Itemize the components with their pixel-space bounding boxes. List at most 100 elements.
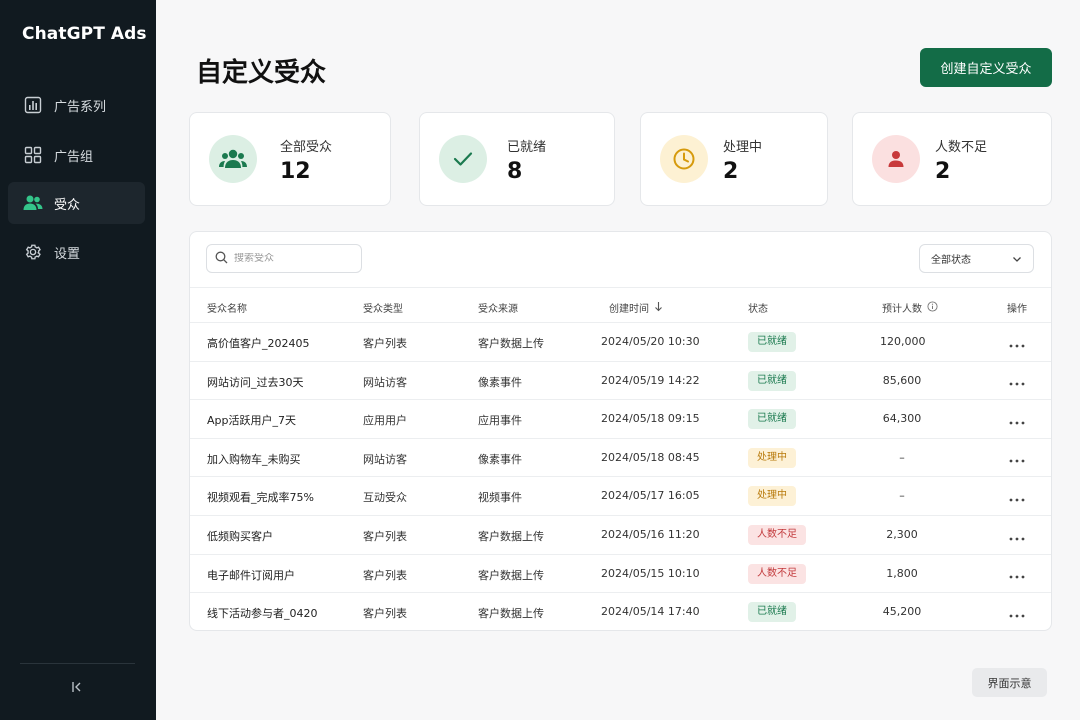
more-actions-button[interactable] bbox=[1006, 526, 1028, 544]
stat-label: 全部受众 bbox=[280, 140, 333, 155]
brand-logo: ChatGPT Ads bbox=[22, 24, 147, 44]
status-badge: 已就绪 bbox=[748, 332, 796, 352]
sidebar-item-audiences[interactable]: 受众 bbox=[8, 182, 145, 224]
sidebar-item-label: 受众 bbox=[54, 197, 81, 213]
sidebar-item-settings[interactable]: 设置 bbox=[8, 231, 145, 273]
status-badge: 人数不足 bbox=[748, 525, 806, 545]
status-badge: 已就绪 bbox=[748, 602, 796, 623]
audience-source: 客户数据上传 bbox=[478, 337, 544, 350]
more-horizontal-icon bbox=[1009, 487, 1025, 506]
stat-card-insufficient: 人数不足 2 bbox=[852, 112, 1052, 206]
audience-name[interactable]: 加入购物车_未购买 bbox=[207, 451, 301, 467]
audience-name[interactable]: App活跃用户_7天 bbox=[207, 412, 296, 428]
column-header-actions: 操作 bbox=[1007, 304, 1027, 315]
audience-type: 互动受众 bbox=[363, 491, 407, 505]
column-header-type[interactable]: 受众类型 bbox=[363, 300, 403, 315]
gear-icon bbox=[23, 242, 43, 262]
audience-name[interactable]: 低频购买客户 bbox=[207, 528, 273, 544]
estimated-size: 120,000 bbox=[880, 335, 926, 348]
estimated-size: 1,800 bbox=[886, 566, 918, 580]
stat-value: 8 bbox=[507, 159, 523, 184]
more-actions-button[interactable] bbox=[1006, 410, 1028, 428]
stat-card-ready: 已就绪 8 bbox=[419, 112, 615, 206]
audience-name[interactable]: 电子邮件订阅用户 bbox=[207, 567, 295, 583]
column-header-status[interactable]: 状态 bbox=[748, 300, 768, 315]
more-actions-button[interactable] bbox=[1006, 333, 1028, 351]
column-header-name[interactable]: 受众名称 bbox=[207, 300, 247, 315]
audience-type: 网站访客 bbox=[363, 452, 407, 466]
audience-source: 像素事件 bbox=[478, 375, 522, 389]
stat-card-processing: 处理中 2 bbox=[640, 112, 828, 206]
search-input[interactable] bbox=[234, 253, 354, 264]
created-time: 2024/05/19 14:22 bbox=[601, 373, 700, 387]
more-horizontal-icon bbox=[1009, 526, 1025, 545]
status-filter-value: 全部状态 bbox=[931, 255, 971, 266]
more-horizontal-icon bbox=[1009, 410, 1025, 429]
audience-name[interactable]: 线下活动参与者_0420 bbox=[207, 605, 318, 621]
column-header-source[interactable]: 受众来源 bbox=[478, 300, 518, 315]
table-row[interactable]: 高价值客户_202405 客户列表 客户数据上传 2024/05/20 10:30 已就… bbox=[190, 323, 1051, 362]
more-horizontal-icon bbox=[1009, 564, 1025, 583]
more-actions-button[interactable] bbox=[1006, 449, 1028, 467]
audience-source: 客户数据上传 bbox=[478, 568, 544, 582]
sidebar-item-label: 设置 bbox=[54, 246, 81, 262]
demo-label-button[interactable]: 界面示意 bbox=[972, 668, 1047, 697]
collapse-sidebar-button[interactable] bbox=[64, 677, 90, 699]
created-time: 2024/05/18 09:15 bbox=[601, 412, 700, 426]
audience-source: 应用事件 bbox=[478, 414, 522, 428]
audience-name[interactable]: 视频观看_完成率75% bbox=[207, 489, 314, 505]
table-row[interactable]: 视频观看_完成率75% 互动受众 视频事件 2024/05/17 16:05 处理中 – bbox=[190, 477, 1051, 516]
sidebar-divider bbox=[20, 663, 135, 664]
estimated-size: 85,600 bbox=[882, 373, 922, 387]
create-audience-button[interactable]: 创建自定义受众 bbox=[920, 48, 1052, 87]
audience-name[interactable]: 网站访问_过去30天 bbox=[207, 374, 304, 390]
column-header-label: 预计人数 bbox=[882, 304, 922, 315]
table-row[interactable]: 电子邮件订阅用户 客户列表 客户数据上传 2024/05/15 10:10 人数不足 1,… bbox=[190, 555, 1051, 594]
grid-icon bbox=[23, 145, 43, 165]
more-actions-button[interactable] bbox=[1006, 565, 1028, 583]
page-title: 自定义受众 bbox=[196, 58, 327, 88]
audience-type: 应用用户 bbox=[363, 414, 407, 428]
audience-source: 客户数据上传 bbox=[478, 530, 544, 543]
audience-name[interactable]: 高价值客户_202405 bbox=[207, 335, 310, 351]
created-time: 2024/05/15 10:10 bbox=[601, 566, 700, 580]
status-badge: 人数不足 bbox=[748, 563, 806, 584]
column-header-created[interactable]: 创建时间 bbox=[609, 300, 663, 315]
table-row[interactable]: 网站访问_过去30天 网站访客 像素事件 2024/05/19 14:22 已就绪 85,… bbox=[190, 362, 1051, 401]
stat-value: 2 bbox=[935, 159, 951, 184]
estimated-size: 45,200 bbox=[882, 605, 922, 619]
audience-type: 客户列表 bbox=[363, 568, 407, 582]
sidebar-item-adgroups[interactable]: 广告组 bbox=[8, 134, 145, 176]
audience-type: 网站访客 bbox=[363, 375, 407, 389]
more-actions-button[interactable] bbox=[1006, 487, 1028, 505]
table-row[interactable]: 线下活动参与者_0420 客户列表 客户数据上传 2024/05/14 17:40 已就… bbox=[190, 593, 1051, 630]
search-box[interactable] bbox=[206, 244, 362, 273]
more-actions-button[interactable] bbox=[1006, 372, 1028, 390]
estimated-size: 64,300 bbox=[882, 412, 922, 426]
more-actions-button[interactable] bbox=[1006, 603, 1028, 621]
status-filter-dropdown[interactable]: 全部状态 bbox=[919, 244, 1034, 273]
audience-source: 客户数据上传 bbox=[478, 607, 544, 621]
table-row[interactable]: 低频购买客户 客户列表 客户数据上传 2024/05/16 11:20 人数不足 2,30… bbox=[190, 516, 1051, 555]
chevron-down-icon bbox=[1011, 253, 1023, 268]
collapse-icon bbox=[70, 679, 84, 698]
sidebar-item-campaigns[interactable]: 广告系列 bbox=[8, 84, 145, 126]
person-icon bbox=[872, 135, 920, 183]
created-time: 2024/05/17 16:05 bbox=[601, 489, 700, 503]
table-row[interactable]: App活跃用户_7天 应用用户 应用事件 2024/05/18 09:15 已就绪 64,… bbox=[190, 400, 1051, 439]
more-horizontal-icon bbox=[1009, 603, 1025, 622]
info-icon[interactable] bbox=[927, 300, 938, 315]
stat-value: 12 bbox=[280, 159, 311, 184]
more-horizontal-icon bbox=[1009, 333, 1025, 352]
more-horizontal-icon bbox=[1009, 448, 1025, 467]
users-icon bbox=[209, 135, 257, 183]
audience-type: 客户列表 bbox=[363, 607, 407, 621]
status-badge: 已就绪 bbox=[748, 370, 796, 391]
more-horizontal-icon bbox=[1009, 371, 1025, 390]
sidebar: ChatGPT Ads 广告系列 广告组 受众 设置 bbox=[0, 0, 156, 720]
column-header-size[interactable]: 预计人数 bbox=[882, 300, 938, 315]
status-badge: 已就绪 bbox=[748, 409, 796, 430]
audience-source: 视频事件 bbox=[478, 491, 522, 505]
table-row[interactable]: 加入购物车_未购买 网站访客 像素事件 2024/05/18 08:45 处理中 – bbox=[190, 439, 1051, 478]
stat-label: 已就绪 bbox=[507, 140, 547, 155]
